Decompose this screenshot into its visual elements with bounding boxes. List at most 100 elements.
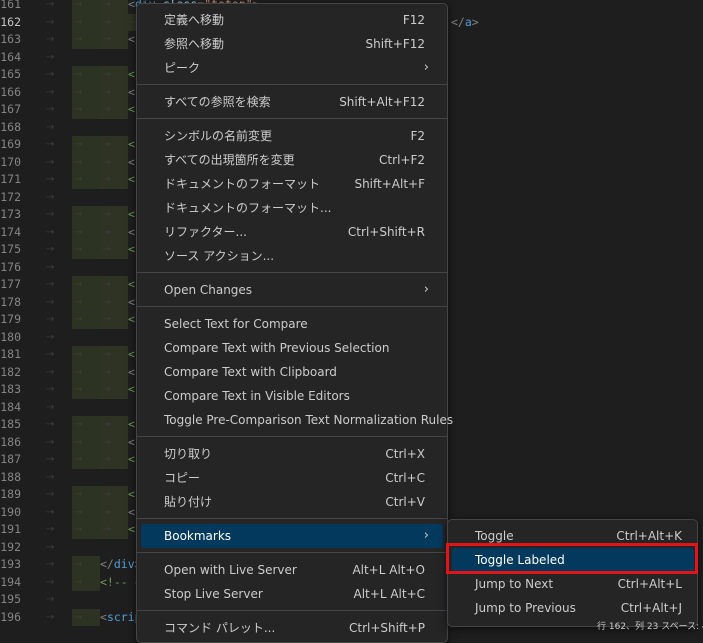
- line-number: 176: [0, 259, 21, 274]
- whitespace-arrow-icon: →: [74, 611, 83, 623]
- menu-item-label: 貼り付け: [164, 495, 213, 509]
- indent-guide: →: [100, 503, 128, 521]
- indent-guide: →: [44, 504, 72, 522]
- whitespace-arrow-icon: →: [102, 436, 111, 448]
- line-number: 165: [0, 67, 21, 81]
- menu-separator: [137, 84, 447, 85]
- menu-separator: [137, 272, 447, 273]
- menu-item-shortcut: Ctrl+Shift+P: [349, 621, 425, 635]
- indent-guide: →: [44, 469, 72, 487]
- whitespace-arrow-icon: →: [74, 16, 83, 28]
- code-token: </: [100, 557, 114, 571]
- menu-item[interactable]: Toggle Pre-Comparison Text Normalization…: [141, 408, 453, 432]
- submenu-item-label: Jump to Previous: [475, 601, 576, 615]
- menu-item[interactable]: Open with Live Server Alt+L Alt+O: [141, 558, 443, 582]
- submenu-item[interactable]: Jump to Next Ctrl+Alt+L: [452, 572, 694, 596]
- menu-item-shortcut: Alt+L Alt+O: [352, 563, 425, 577]
- whitespace-arrow-icon: →: [102, 244, 111, 255]
- line-number: 188: [0, 469, 21, 484]
- whitespace-arrow-icon: →: [46, 191, 55, 203]
- menu-item-label: Open with Live Server: [164, 563, 297, 577]
- menu-item[interactable]: 参照へ移動 Shift+F12: [141, 32, 443, 56]
- submenu-item-shortcut: Ctrl+Alt+L: [617, 577, 682, 591]
- whitespace-arrow-icon: →: [46, 261, 55, 273]
- menu-item[interactable]: 定義へ移動 F12: [141, 8, 443, 32]
- code-token: >: [471, 14, 479, 29]
- whitespace-arrow-icon: →: [102, 34, 111, 45]
- code-token: <: [128, 504, 135, 519]
- indent-guide: →: [44, 556, 72, 574]
- whitespace-arrow-icon: →: [46, 349, 55, 360]
- code-token: <: [128, 364, 135, 379]
- menu-item[interactable]: コマンド パレット... Ctrl+Shift+P: [141, 616, 443, 640]
- line-number: 178: [0, 294, 21, 309]
- menu-separator: [137, 118, 447, 119]
- menu-item[interactable]: ピーク ›: [141, 56, 443, 80]
- whitespace-arrow-icon: →: [102, 506, 111, 518]
- whitespace-arrow-icon: →: [46, 0, 55, 10]
- indent-guide: →: [100, 311, 128, 329]
- menu-separator: [137, 306, 447, 307]
- menu-item[interactable]: Compare Text with Previous Selection: [141, 336, 443, 360]
- menu-item-shortcut: Shift+F12: [365, 37, 425, 51]
- whitespace-arrow-icon: →: [74, 244, 83, 255]
- indent-guide: →: [44, 346, 72, 364]
- submenu-item[interactable]: Jump to Previous Ctrl+Alt+J: [452, 596, 694, 620]
- whitespace-arrow-icon: →: [74, 174, 83, 185]
- menu-item-shortcut: F2: [410, 129, 425, 143]
- menu-item[interactable]: リファクター... Ctrl+Shift+R: [141, 220, 443, 244]
- indent-guide: →: [72, 13, 100, 31]
- line-number: 193: [0, 557, 21, 571]
- whitespace-arrow-icon: →: [102, 174, 111, 185]
- whitespace-arrow-icon: →: [46, 104, 55, 115]
- indent-guide: →: [44, 224, 72, 242]
- whitespace-arrow-icon: →: [46, 296, 55, 308]
- menu-item[interactable]: すべての参照を検索 Shift+Alt+F12: [141, 90, 443, 114]
- indent-guide: →: [72, 608, 100, 626]
- menu-item[interactable]: ドキュメントのフォーマット Shift+Alt+F: [141, 172, 443, 196]
- menu-item[interactable]: Compare Text in Visible Editors: [141, 384, 443, 408]
- whitespace-arrow-icon: →: [102, 419, 111, 430]
- menu-item-label: Toggle Pre-Comparison Text Normalization…: [164, 413, 454, 427]
- whitespace-arrow-icon: →: [74, 454, 83, 465]
- submenu-item[interactable]: Toggle Labeled: [452, 548, 694, 572]
- whitespace-arrow-icon: →: [46, 86, 55, 98]
- menu-item[interactable]: 貼り付け Ctrl+V: [141, 490, 443, 514]
- line-number: 168: [0, 119, 21, 134]
- code-token: <: [128, 154, 135, 169]
- menu-item[interactable]: Open Changes ›: [141, 278, 443, 302]
- submenu-item-label: Jump to Next: [475, 577, 554, 591]
- menu-item[interactable]: Compare Text with Clipboard: [141, 360, 443, 384]
- submenu-item-shortcut: Ctrl+Alt+J: [620, 601, 682, 615]
- indent-guide: →: [100, 241, 128, 259]
- menu-item[interactable]: コピー Ctrl+C: [141, 466, 443, 490]
- menu-item-label: Bookmarks: [164, 529, 232, 543]
- menu-item[interactable]: ドキュメントのフォーマット...: [141, 196, 443, 220]
- menu-separator: [137, 552, 447, 553]
- submenu-item[interactable]: Toggle Ctrl+Alt+K: [452, 524, 694, 548]
- line-number: 162: [0, 14, 21, 29]
- indent-guide: →: [44, 119, 72, 137]
- menu-item[interactable]: シンボルの名前変更 F2: [141, 124, 443, 148]
- whitespace-arrow-icon: →: [74, 559, 83, 570]
- whitespace-arrow-icon: →: [102, 209, 111, 220]
- menu-item[interactable]: すべての出現箇所を変更 Ctrl+F2: [141, 148, 443, 172]
- whitespace-arrow-icon: →: [46, 471, 55, 483]
- indent-guide: →: [100, 486, 128, 504]
- menu-item-label: Stop Live Server: [164, 587, 263, 601]
- indent-guide: →: [72, 416, 100, 434]
- indent-guide: →: [100, 276, 128, 294]
- menu-item-label: ピーク: [164, 61, 201, 75]
- indent-guide: →: [72, 346, 100, 364]
- line-number: 166: [0, 84, 21, 99]
- menu-item-shortcut: F12: [402, 13, 425, 27]
- menu-item[interactable]: Select Text for Compare: [141, 312, 443, 336]
- indent-guide: →: [72, 556, 100, 574]
- menu-item[interactable]: ソース アクション...: [141, 244, 443, 268]
- whitespace-arrow-icon: →: [102, 384, 111, 395]
- indent-guide: →: [44, 329, 72, 347]
- menu-item[interactable]: 切り取り Ctrl+X: [141, 442, 443, 466]
- line-number: 175: [0, 242, 21, 256]
- menu-item[interactable]: Stop Live Server Alt+L Alt+C: [141, 582, 443, 606]
- menu-item[interactable]: Bookmarks ›: [141, 524, 443, 548]
